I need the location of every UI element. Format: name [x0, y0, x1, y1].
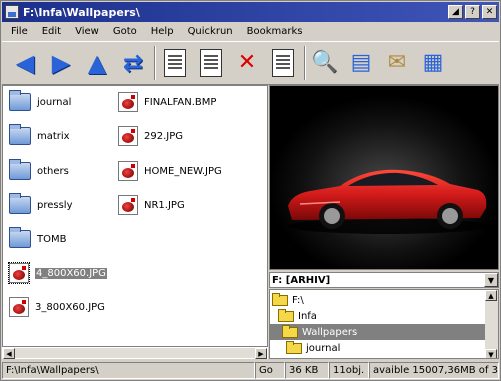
list-item[interactable]: journal [9, 90, 72, 112]
arrow-up-icon[interactable]: ▲ [82, 48, 112, 78]
folder-icon [286, 340, 302, 354]
status-bar: F:\Infa\Wallpapers\ Go 36 KB 11obj. avai… [2, 360, 499, 380]
scroll-right-icon[interactable]: ▶ [255, 348, 267, 359]
app-icon[interactable] [5, 5, 19, 19]
menu-help[interactable]: Help [151, 26, 174, 37]
go-button[interactable]: Go [255, 361, 285, 379]
image-file-icon [118, 92, 138, 112]
tree-item[interactable]: F:\ [272, 292, 304, 308]
image-file-icon [118, 126, 138, 146]
file-name: FINALFAN.BMP [144, 96, 217, 108]
menu-bar: File Edit View Goto Help Quickrun Bookma… [2, 23, 499, 40]
arrow-right-icon[interactable]: ▶ [46, 48, 76, 78]
folder-icon [272, 292, 288, 306]
chevron-down-icon[interactable]: ▼ [484, 273, 498, 287]
list-item[interactable]: TOMB [9, 227, 67, 249]
tree-item-label: Wallpapers [302, 326, 358, 338]
file-name: 292.JPG [144, 130, 183, 142]
folder-icon [9, 159, 31, 180]
drive-selector[interactable]: F: [ARHIV] ▼ [269, 272, 499, 288]
scroll-down-icon[interactable]: ▼ [485, 349, 497, 358]
tree-item-label: journal [306, 342, 341, 354]
help-button[interactable]: ? [465, 5, 480, 19]
menu-bookmarks[interactable]: Bookmarks [247, 26, 303, 37]
toolbar: ◀ ▶ ▲ ⇄ ✕ 🔍 ▤ ✉ ▦ [2, 41, 499, 85]
file-name: matrix [37, 130, 70, 142]
image-file-icon [118, 195, 138, 215]
image-preview [269, 85, 499, 270]
toolbar-separator [304, 46, 306, 80]
scroll-left-icon[interactable]: ◀ [3, 348, 15, 359]
vertical-scrollbar[interactable]: ▲ ▼ [485, 290, 498, 358]
folder-icon [282, 324, 298, 338]
file-name: HOME_NEW.JPG [144, 165, 222, 177]
search-icon[interactable]: 🔍 [310, 48, 340, 78]
tree-item-label: F:\ [292, 294, 304, 306]
tree-item-label: Infa [298, 310, 317, 322]
menu-file[interactable]: File [11, 26, 28, 37]
menu-quickrun[interactable]: Quickrun [188, 26, 233, 37]
list-item[interactable]: others [9, 159, 69, 181]
tree-item-selected[interactable]: Wallpapers [270, 324, 486, 340]
folder-tree: F:\ Infa Wallpapers journal ▲ ▼ [269, 289, 499, 359]
file-name: NR1.JPG [144, 199, 185, 211]
move-icon[interactable] [196, 48, 226, 78]
file-name: 3_800X60.JPG [35, 301, 105, 313]
status-objects: 11obj. [329, 361, 369, 379]
file-name: TOMB [37, 233, 67, 245]
status-size: 36 KB [285, 361, 329, 379]
refresh-icon[interactable]: ⇄ [118, 48, 148, 78]
scroll-up-icon[interactable]: ▲ [485, 290, 497, 301]
list-item[interactable]: 292.JPG [118, 126, 183, 146]
view-mode-icon[interactable]: ▦ [418, 48, 448, 78]
file-name: pressly [37, 199, 73, 211]
app-window: F:\Infa\Wallpapers\ ◢ ? ✕ File Edit View… [0, 0, 501, 381]
status-free-space: avaible 15007,36MB of 301 [369, 361, 499, 379]
tree-item[interactable]: Infa [278, 308, 317, 324]
folder-icon [9, 90, 31, 111]
file-name: journal [37, 96, 72, 108]
car-preview-image [270, 86, 498, 269]
image-file-icon [118, 161, 138, 181]
list-item[interactable]: 3_800X60.JPG [9, 297, 105, 317]
folder-icon [278, 308, 294, 322]
menu-view[interactable]: View [75, 26, 99, 37]
window-title: F:\Infa\Wallpapers\ [23, 5, 140, 19]
menu-edit[interactable]: Edit [42, 26, 61, 37]
list-item[interactable]: HOME_NEW.JPG [118, 161, 222, 181]
list-item-selected[interactable]: 4_800X60.JPG [8, 262, 107, 284]
image-file-icon [8, 262, 30, 284]
horizontal-scrollbar[interactable]: ◀ ▶ [2, 347, 268, 359]
drive-label: F: [ARHIV] [272, 274, 331, 286]
delete-icon[interactable]: ✕ [232, 48, 262, 78]
close-button[interactable]: ✕ [482, 5, 497, 19]
folder-icon [9, 227, 31, 248]
properties-icon[interactable]: ✉ [382, 48, 412, 78]
list-item[interactable]: FINALFAN.BMP [118, 92, 216, 112]
folder-icon [9, 124, 31, 145]
copy-icon[interactable] [160, 48, 190, 78]
list-item[interactable]: matrix [9, 124, 70, 146]
file-list: journal matrix others pressly TOMB 4_800… [2, 85, 268, 347]
status-path: F:\Infa\Wallpapers\ [2, 361, 255, 379]
rename-icon[interactable] [268, 48, 298, 78]
tree-item[interactable]: journal [286, 340, 340, 356]
toolbar-separator [154, 46, 156, 80]
folder-icon [9, 193, 31, 214]
title-bar[interactable]: F:\Infa\Wallpapers\ ◢ ? ✕ [2, 2, 499, 22]
resize-icon[interactable]: ◢ [448, 5, 463, 19]
image-file-icon [9, 297, 29, 317]
list-item[interactable]: NR1.JPG [118, 195, 185, 215]
arrow-left-icon[interactable]: ◀ [10, 48, 40, 78]
file-name: 4_800X60.JPG [35, 267, 107, 279]
menu-goto[interactable]: Goto [113, 26, 137, 37]
list-item[interactable]: pressly [9, 193, 73, 215]
file-name: others [37, 165, 69, 177]
new-folder-icon[interactable]: ▤ [346, 48, 376, 78]
